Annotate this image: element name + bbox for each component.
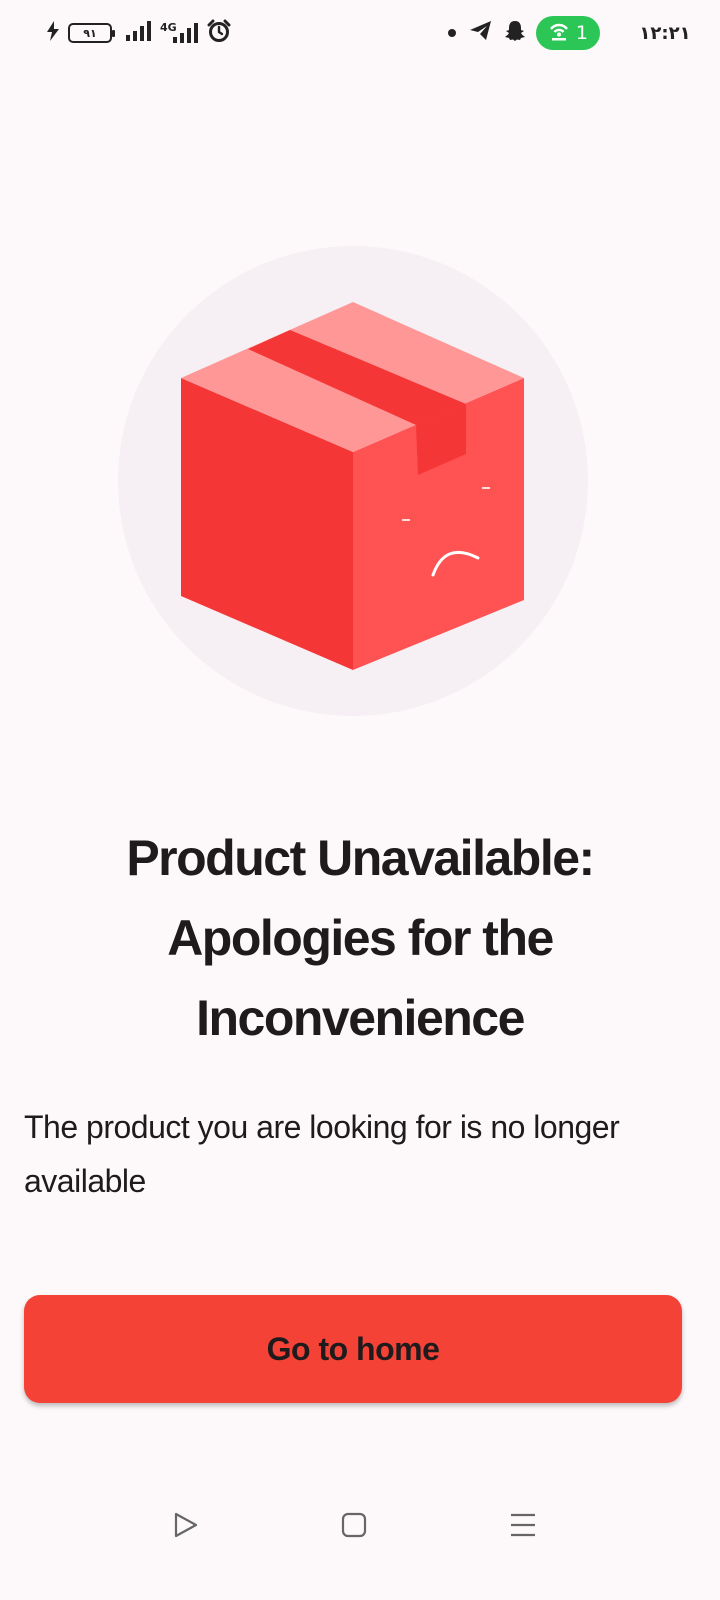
network-type-label: 4G bbox=[160, 20, 177, 34]
status-left: ۹۱ 4G bbox=[46, 18, 231, 48]
sad-box-icon bbox=[181, 302, 524, 670]
hotspot-icon bbox=[548, 21, 570, 46]
page-title: Product Unavailable: Apologies for the I… bbox=[126, 830, 595, 1046]
hotspot-count: 1 bbox=[575, 22, 588, 44]
status-time: ۱۲:۲۱ bbox=[639, 22, 691, 44]
alarm-icon bbox=[207, 19, 231, 48]
go-to-home-button[interactable]: Go to home bbox=[24, 1295, 682, 1403]
status-bar: ۹۱ 4G 1 ۱۲:۲۱ bbox=[0, 0, 720, 66]
home-square-icon[interactable] bbox=[334, 1508, 374, 1542]
signal-4g-icon: 4G bbox=[160, 20, 199, 43]
unavailable-message: The product you are looking for is no lo… bbox=[24, 1109, 620, 1199]
status-right: 1 ۱۲:۲۱ bbox=[447, 16, 720, 50]
illustration bbox=[118, 246, 588, 716]
notification-dot-icon bbox=[447, 29, 456, 37]
hotspot-indicator[interactable]: 1 bbox=[535, 16, 600, 50]
signal-icon bbox=[126, 20, 152, 46]
recents-menu-icon[interactable] bbox=[503, 1508, 543, 1542]
system-nav-bar bbox=[0, 1490, 720, 1560]
battery-icon: ۹۱ bbox=[68, 23, 115, 43]
charging-icon bbox=[46, 20, 60, 46]
back-triangle-icon[interactable] bbox=[166, 1508, 206, 1542]
snapchat-icon bbox=[504, 20, 526, 47]
product-unavailable-screen: ۹۱ 4G 1 ۱۲:۲۱ Product Unavailable: Apolo… bbox=[0, 0, 720, 1600]
telegram-icon bbox=[469, 20, 492, 46]
battery-level: ۹۱ bbox=[83, 26, 97, 40]
